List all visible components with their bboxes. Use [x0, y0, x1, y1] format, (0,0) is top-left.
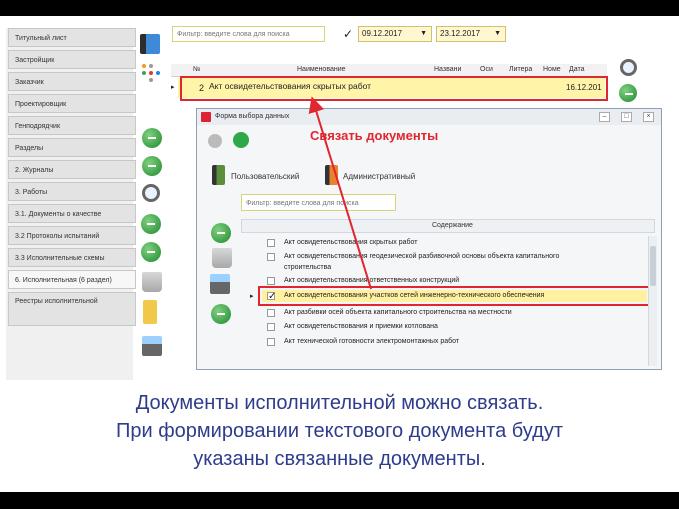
arrow-line	[308, 96, 372, 290]
caption-line-1: Документы исполнительной можно связать.	[135, 392, 544, 414]
slide-caption: Документы исполнительной можно связать. …	[0, 389, 679, 473]
top-black-bar	[0, 0, 679, 16]
caption-line-2: При формировании текстового документа бу…	[116, 420, 563, 442]
caption-line-3: указаны связанные документы.	[193, 448, 486, 470]
bottom-black-bar	[0, 492, 679, 509]
screenshot-area: Титульный лист Застройщик Заказчик Проек…	[0, 16, 679, 492]
